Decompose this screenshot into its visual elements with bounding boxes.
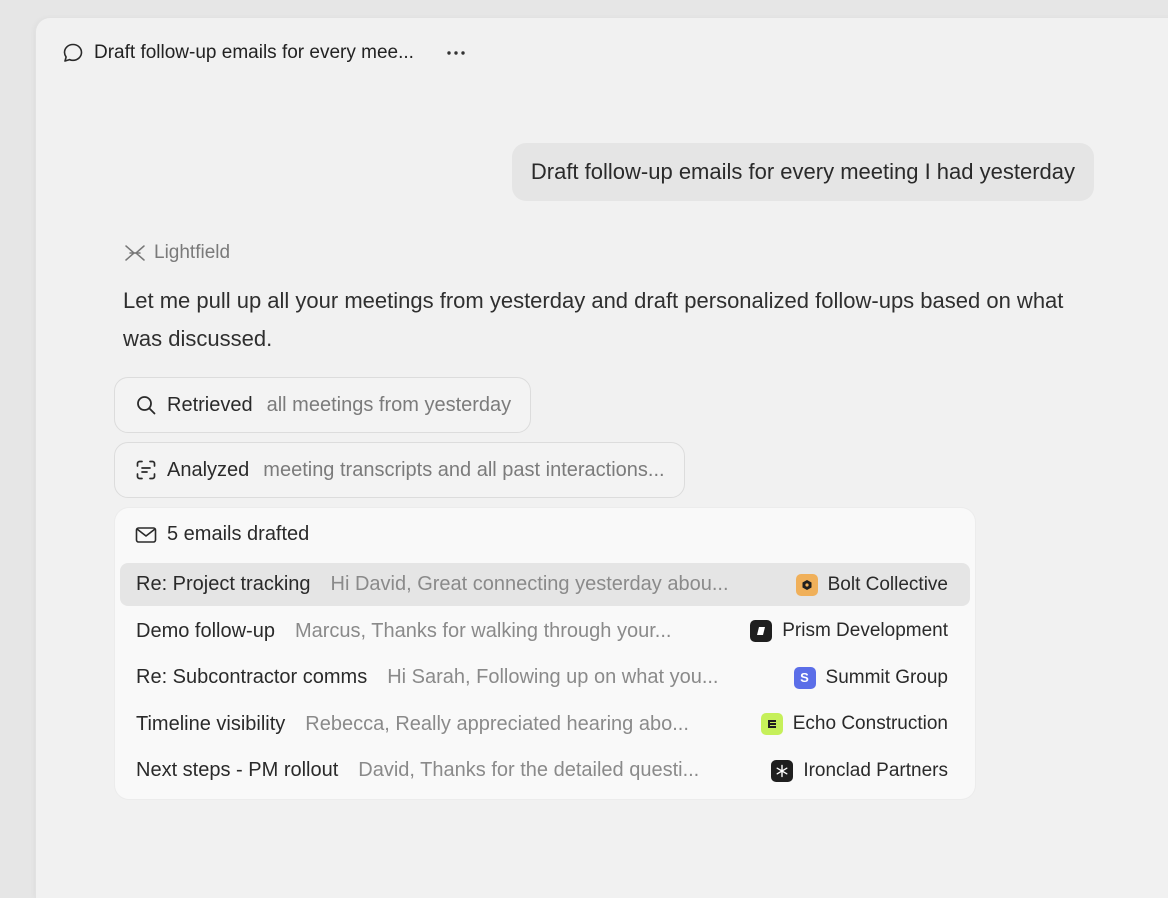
email-preview: Marcus, Thanks for walking through your.…	[294, 619, 672, 642]
tool-step-retrieved[interactable]: Retrieved all meetings from yesterday	[114, 377, 532, 433]
assistant-name: Lightfield	[154, 242, 231, 263]
company-name: Echo Construction	[792, 713, 948, 734]
company-name: Ironclad Partners	[803, 759, 948, 781]
company-tag: Bolt Collective	[795, 573, 948, 596]
scan-text-icon	[135, 459, 157, 481]
email-list: Re: Project tracking Hi David, Great con…	[120, 563, 970, 796]
bolt-collective-logo-icon	[795, 573, 818, 596]
email-preview: Hi Sarah, Following up on what you...	[387, 666, 719, 688]
email-row[interactable]: Re: Subcontractor comms Hi Sarah, Follow…	[120, 656, 970, 699]
emails-count-label: 5 emails drafted	[167, 523, 310, 545]
chat-bubble-icon	[62, 42, 84, 64]
company-name: Bolt Collective	[827, 573, 948, 595]
company-tag: Ironclad Partners	[771, 759, 948, 782]
email-subject: Demo follow-up	[136, 619, 275, 642]
company-name: Summit Group	[825, 666, 948, 688]
ellipsis-icon	[447, 51, 465, 55]
company-tag: Prism Development	[750, 620, 948, 642]
tool-step-verb: Retrieved	[167, 393, 253, 416]
email-subject: Re: Subcontractor comms	[136, 666, 368, 688]
chat-window: Draft follow-up emails for every mee... …	[36, 18, 1168, 898]
company-name: Prism Development	[782, 620, 948, 641]
email-preview: Hi David, Great connecting yesterday abo…	[330, 573, 729, 595]
conversation-title[interactable]: Draft follow-up emails for every mee...	[94, 42, 414, 64]
company-tag: S Summit Group	[793, 666, 948, 689]
email-row[interactable]: Demo follow-up Marcus, Thanks for walkin…	[120, 610, 970, 653]
user-message: Draft follow-up emails for every meeting…	[511, 143, 1094, 201]
tool-step-detail: all meetings from yesterday	[266, 393, 512, 416]
more-options-button[interactable]	[442, 41, 470, 65]
tool-step-detail: meeting transcripts and all past interac…	[263, 458, 665, 481]
email-preview: Rebecca, Really appreciated hearing abo.…	[305, 712, 689, 735]
prism-development-logo-icon	[750, 620, 773, 642]
tool-step-verb: Analyzed	[167, 458, 250, 481]
email-row[interactable]: Timeline visibility Rebecca, Really appr…	[120, 703, 970, 746]
email-subject: Timeline visibility	[136, 712, 286, 735]
emails-header: 5 emails drafted	[135, 523, 309, 546]
email-subject: Re: Project tracking	[136, 573, 311, 595]
email-row[interactable]: Next steps - PM rollout David, Thanks fo…	[120, 749, 970, 792]
company-tag: Echo Construction	[760, 713, 948, 735]
ironclad-partners-logo-icon	[771, 759, 794, 782]
chat-header: Draft follow-up emails for every mee...	[62, 40, 470, 66]
email-subject: Next steps - PM rollout	[136, 759, 339, 781]
search-icon	[135, 394, 157, 416]
tool-step-analyzed[interactable]: Analyzed meeting transcripts and all pas…	[114, 442, 685, 498]
email-row[interactable]: Re: Project tracking Hi David, Great con…	[120, 563, 970, 606]
drafted-emails-card: 5 emails drafted Re: Project tracking Hi…	[115, 508, 975, 799]
echo-construction-logo-icon	[760, 713, 783, 735]
summit-group-logo-icon: S	[793, 666, 816, 689]
lightfield-logo-icon	[124, 244, 146, 262]
assistant-message: Let me pull up all your meetings from ye…	[123, 288, 1064, 351]
email-preview: David, Thanks for the detailed questi...	[358, 759, 700, 781]
mail-icon	[135, 524, 159, 546]
assistant-label: Lightfield	[124, 242, 230, 264]
